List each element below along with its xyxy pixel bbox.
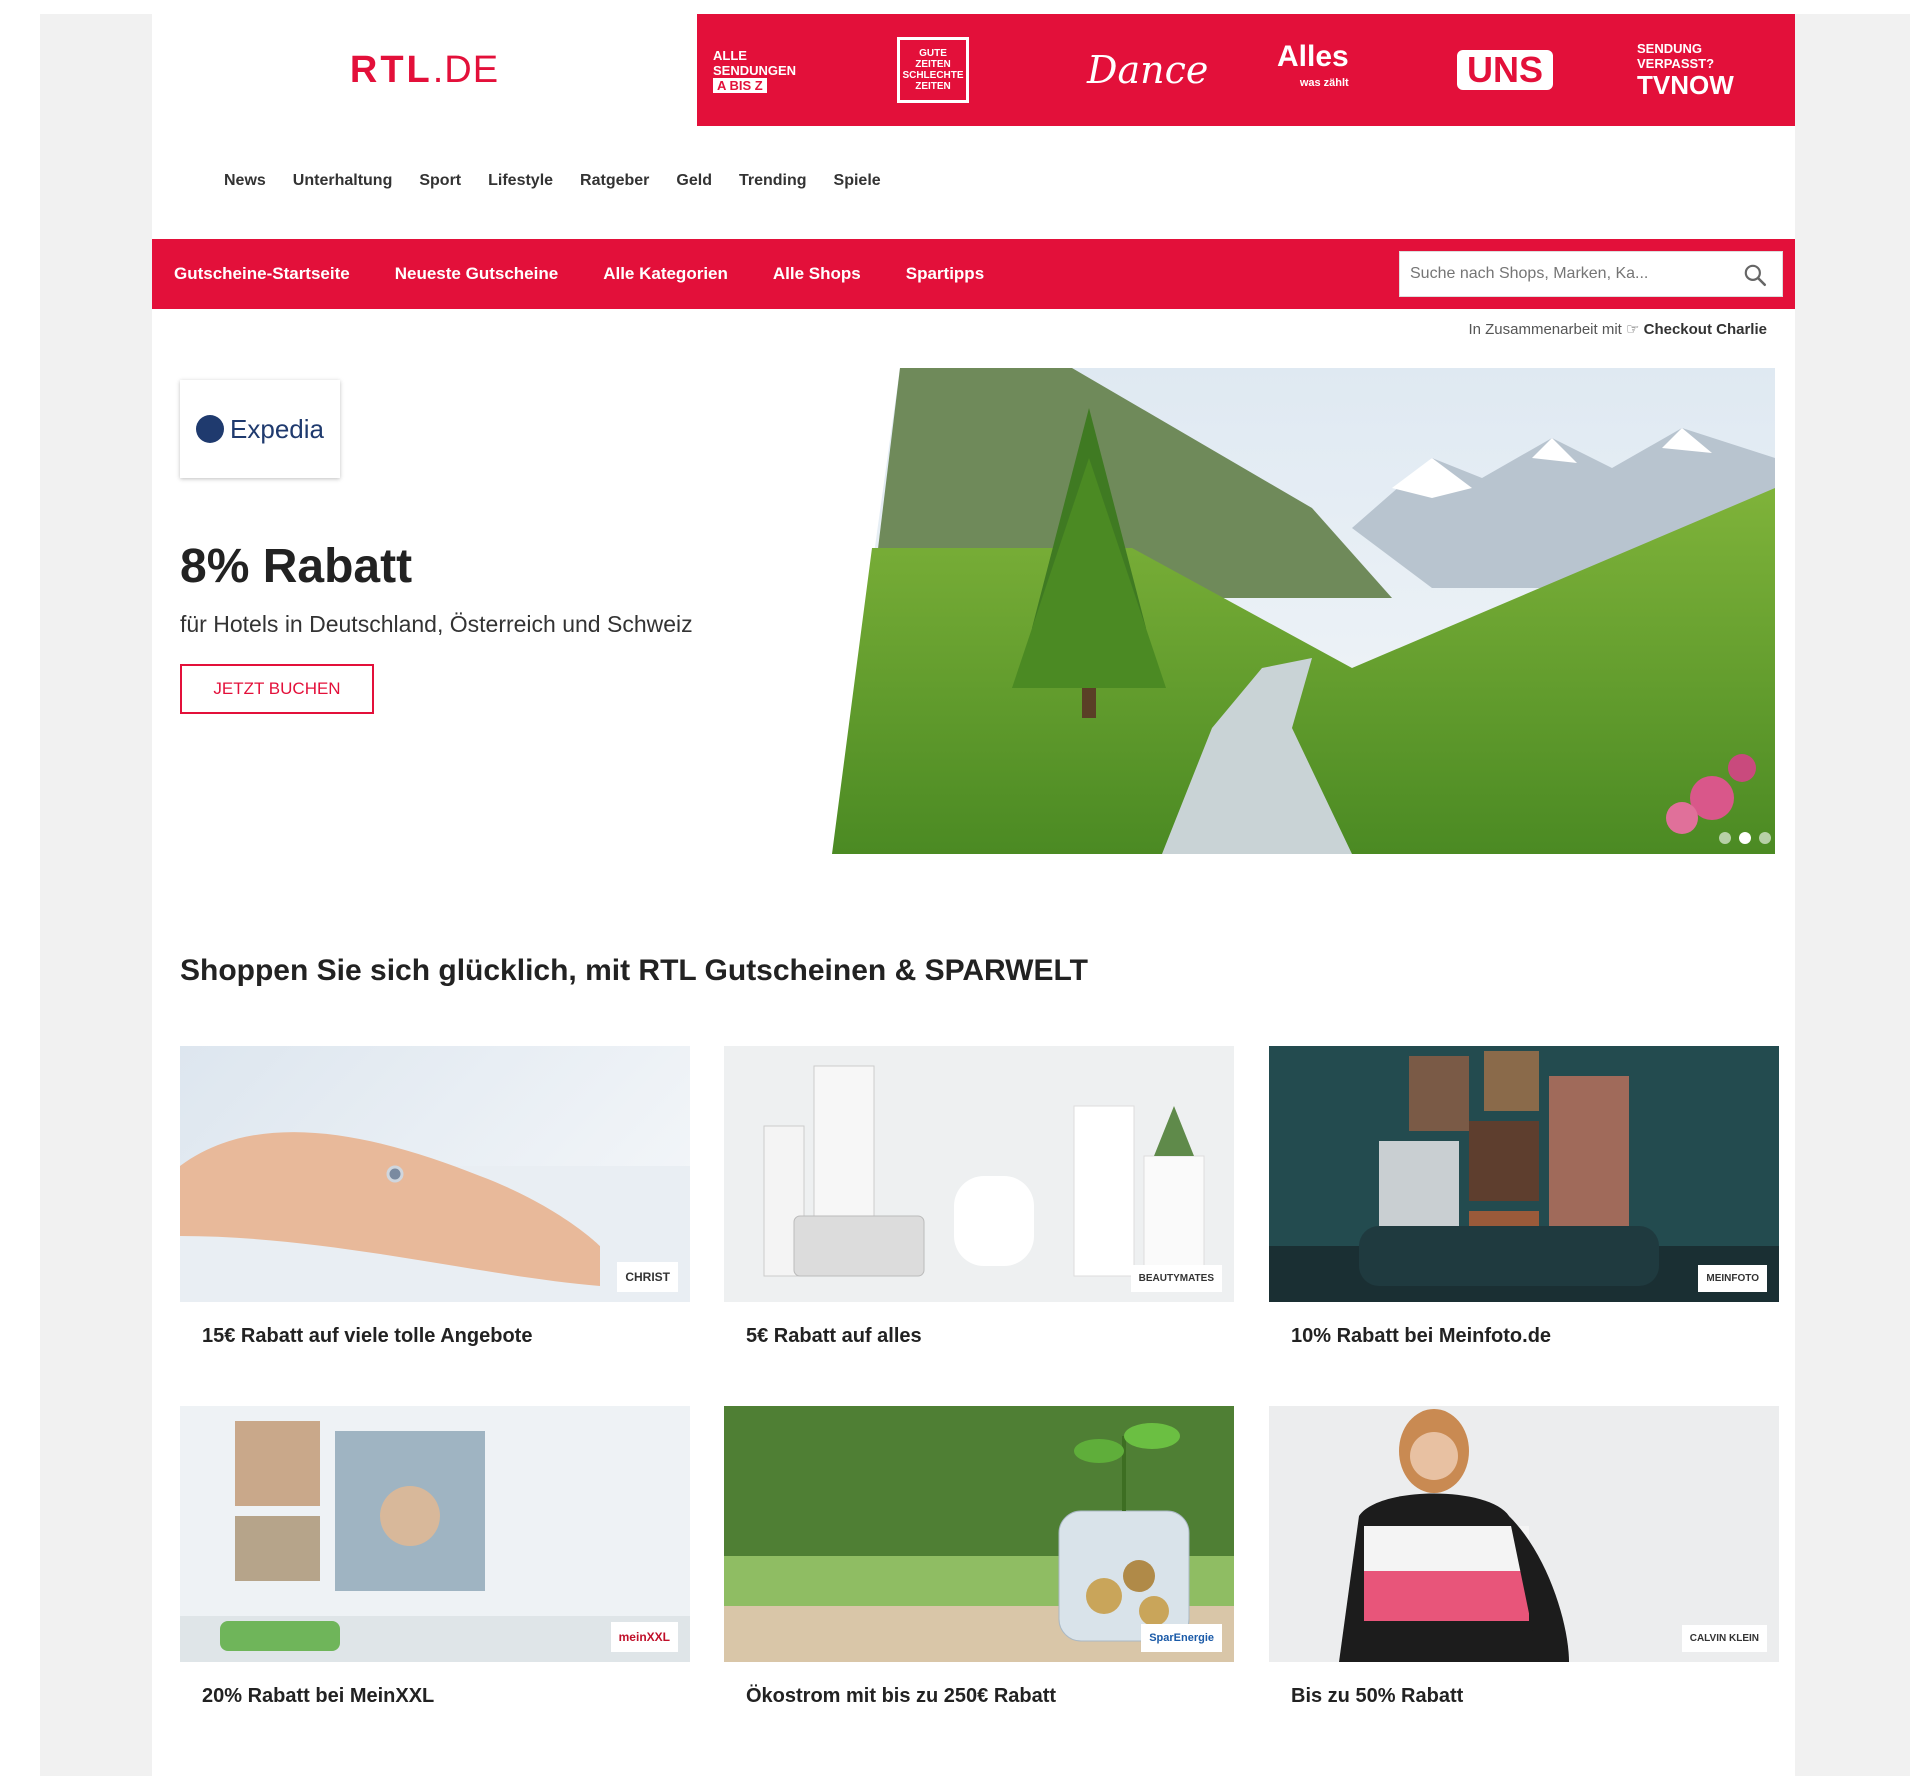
carousel-dot[interactable] [1759,832,1771,844]
hero-image-mountain-valley[interactable] [832,368,1775,854]
show-alles-was-zaehlt[interactable]: Alles was zählt [1277,14,1349,126]
deal-image-cosmetics[interactable]: BEAUTYMATES [724,1046,1234,1302]
show-tvnow[interactable]: SENDUNG VERPASST? TVNOW [1637,14,1734,126]
deal-card[interactable]: BEAUTYMATES 5€ Rabatt auf alles [724,1046,1234,1348]
show-gzsz[interactable]: GUTE ZEITEN SCHLECHTE ZEITEN [897,14,969,126]
deal-card[interactable]: MEINFOTO 10% Rabatt bei Meinfoto.de [1269,1046,1779,1348]
search-box [1399,251,1783,297]
hoodie-illustration [1339,1409,1569,1662]
partner-name[interactable]: Checkout Charlie [1644,321,1767,338]
show-unter-uns[interactable]: UNS [1457,14,1554,126]
rtl-logo[interactable]: RTL.DE [350,49,499,92]
checkout-charlie-icon: ☞ [1626,321,1640,338]
deal-card[interactable]: meinXXL 20% Rabatt bei MeinXXL [180,1406,690,1708]
nav-item-unterhaltung[interactable]: Unterhaltung [293,172,393,190]
brand-logo-beautymates: BEAUTYMATES [1130,1265,1222,1292]
deal-card[interactable]: CHRIST 15€ Rabatt auf viele tolle Angebo… [180,1046,690,1348]
main-nav: News Unterhaltung Sport Lifestyle Ratgeb… [224,172,908,190]
cosmetics-illustration [763,1065,1205,1277]
gzsz-logo: GUTE ZEITEN SCHLECHTE ZEITEN [897,37,969,103]
coupon-nav-bar: Gutscheine-Startseite Neueste Gutscheine… [152,239,1795,309]
coupon-nav-startseite[interactable]: Gutscheine-Startseite [174,264,350,284]
nav-item-ratgeber[interactable]: Ratgeber [580,172,649,190]
carousel-dot-active[interactable] [1739,832,1751,844]
section-title: Shoppen Sie sich glücklich, mit RTL Guts… [180,954,1088,987]
shows-strip: ALLE SENDUNGEN A BIS Z GUTE ZEITEN SCHLE… [697,14,1795,126]
book-now-button[interactable]: JETZT BUCHEN [180,664,374,714]
hero-subtitle: für Hotels in Deutschland, Österreich un… [180,611,693,637]
deal-caption[interactable]: 5€ Rabatt auf alles [746,1325,1234,1348]
carousel-dot[interactable] [1719,832,1731,844]
brand-bar: RTL.DE ALLE SENDUNGEN A BIS Z GUTE ZEITE… [152,14,1795,126]
deal-caption[interactable]: 10% Rabatt bei Meinfoto.de [1291,1325,1779,1348]
hand-illustration [180,1132,690,1302]
deal-image-canvas-prints[interactable]: meinXXL [180,1406,690,1662]
deal-card[interactable]: SparEnergie Ökostrom mit bis zu 250€ Rab… [724,1406,1234,1708]
brand-logo-christ: CHRIST [617,1262,678,1292]
brand-logo-meinxxl: meinXXL [610,1622,678,1652]
partner-note: In Zusammenarbeit mit ☞ Checkout Charlie [1468,321,1767,338]
expedia-globe-icon [196,415,225,443]
deal-caption[interactable]: Bis zu 50% Rabatt [1291,1685,1779,1708]
hero-title: 8% Rabatt [180,540,413,593]
deal-image-ring[interactable]: CHRIST [180,1046,690,1302]
coupon-nav-spartipps[interactable]: Spartipps [906,264,984,284]
deal-image-money-plant[interactable]: SparEnergie [724,1406,1234,1662]
show-alle-sendungen[interactable]: ALLE SENDUNGEN A BIS Z [713,14,796,126]
carousel-dots [1719,832,1771,844]
deal-card[interactable]: CALVIN KLEIN Bis zu 50% Rabatt [1269,1406,1779,1708]
page-container: RTL.DE ALLE SENDUNGEN A BIS Z GUTE ZEITE… [152,14,1795,1776]
nav-item-sport[interactable]: Sport [419,172,461,190]
expedia-logo[interactable]: Expedia [180,380,340,478]
coupon-nav-shops[interactable]: Alle Shops [773,264,861,284]
nav-item-lifestyle[interactable]: Lifestyle [488,172,553,190]
show-dance[interactable]: Dance [1087,14,1208,126]
nav-item-news[interactable]: News [224,172,266,190]
deal-caption[interactable]: 15€ Rabatt auf viele tolle Angebote [202,1325,690,1348]
deal-caption[interactable]: Ökostrom mit bis zu 250€ Rabatt [746,1685,1234,1708]
brand-logo-meinfoto: MEINFOTO [1698,1265,1767,1292]
brand-logo-calvin-klein: CALVIN KLEIN [1681,1625,1767,1652]
deal-image-hoodie[interactable]: CALVIN KLEIN [1269,1406,1779,1662]
logo-area[interactable]: RTL.DE [152,14,697,126]
search-input[interactable] [1408,264,1742,284]
nav-item-spiele[interactable]: Spiele [834,172,881,190]
nav-item-geld[interactable]: Geld [676,172,712,190]
search-icon[interactable] [1742,262,1768,288]
coupon-nav-neueste[interactable]: Neueste Gutscheine [395,264,558,284]
coupon-nav-kategorien[interactable]: Alle Kategorien [603,264,728,284]
deal-caption[interactable]: 20% Rabatt bei MeinXXL [202,1685,690,1708]
nav-item-trending[interactable]: Trending [739,172,807,190]
brand-logo-sparenergie: SparEnergie [1141,1624,1222,1652]
photo-wall-illustration [1269,1051,1779,1302]
deal-image-photo-wall[interactable]: MEINFOTO [1269,1046,1779,1302]
